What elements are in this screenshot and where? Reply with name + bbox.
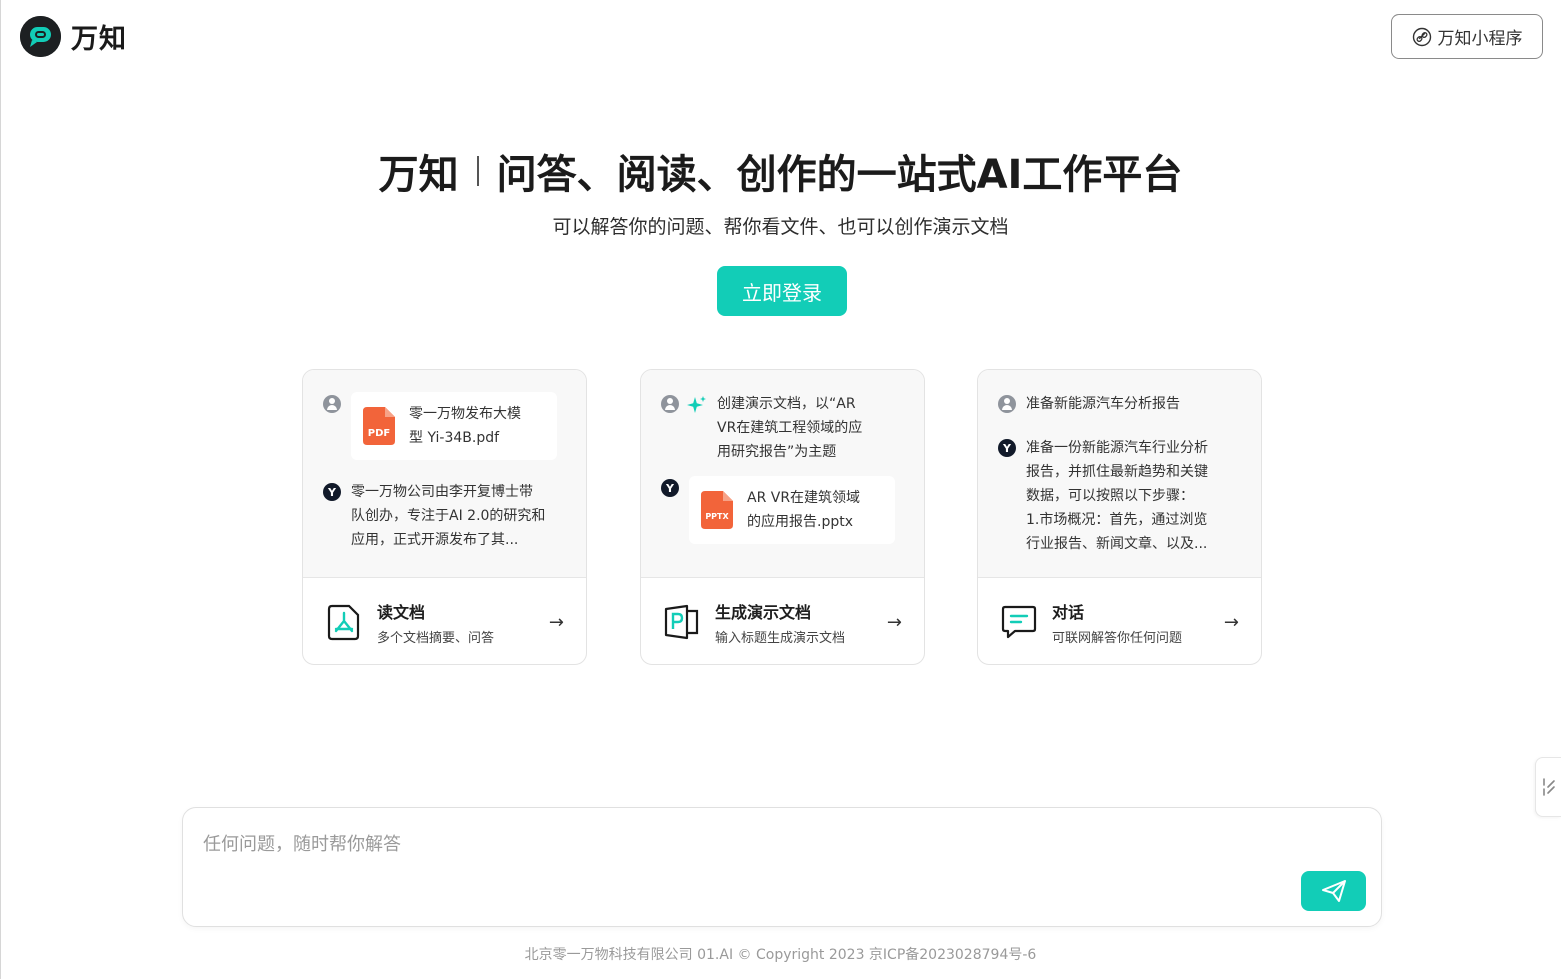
bot-reply-line3: 数据，可以按照以下步骤：: [1026, 488, 1194, 504]
arrow-right-icon[interactable]: →: [887, 612, 902, 633]
y-bot-icon: Y: [998, 439, 1016, 457]
bot-reply-line1: 零一万物公司由李开复博士带: [351, 484, 533, 500]
user-avatar-icon: [323, 395, 341, 413]
page-subtitle: 可以解答你的问题、帮你看文件、也可以创作演示文档: [552, 216, 1009, 238]
user-avatar-icon: [661, 395, 679, 413]
file-name-line1: AR VR在建筑领域: [747, 490, 861, 506]
file-attachment: PDF 零一万物发布大模 型 Yi-34B.pdf: [351, 392, 557, 460]
speech-bubble-p-icon: [20, 16, 61, 57]
pptx-file-icon: PPTX: [701, 491, 733, 529]
feature-title: 对话: [1052, 602, 1085, 622]
arrow-right-icon[interactable]: →: [1224, 612, 1239, 633]
card-footer[interactable]: 对话 可联网解答你任何问题 →: [978, 578, 1261, 664]
bot-reply-line1: 准备一份新能源汽车行业分析: [1026, 440, 1208, 456]
bot-reply-line5: 行业报告、新闻文章、以及...: [1026, 536, 1208, 552]
file-name-line1: 零一万物发布大模: [409, 406, 521, 422]
sparkle-icon: [687, 396, 706, 413]
title-main: 问答、阅读、创作的一站式AI工作平台: [496, 152, 1183, 198]
bot-reply-line4: 1.市场概况：首先，通过浏览: [1026, 512, 1208, 528]
user-avatar-icon: [998, 395, 1016, 413]
file-attachment: PPTX AR VR在建筑领域 的应用报告.pptx: [689, 476, 895, 544]
collapse-icon: [1542, 778, 1555, 796]
card-preview: 创建演示文档，以“AR VR在建筑工程领域的应 用研究报告”为主题 Y PPTX…: [641, 370, 924, 578]
card-preview: 准备新能源汽车分析报告 Y 准备一份新能源汽车行业分析 报告，并抓住最新趋势和关…: [978, 370, 1261, 578]
title-divider: [476, 156, 479, 186]
chat-input-box[interactable]: [182, 807, 1382, 927]
bot-reply-line2: 队创办，专注于AI 2.0的研究和: [351, 508, 546, 524]
pdf-file-icon: PDF: [363, 407, 395, 445]
page-title: 万知 问答、阅读、创作的一站式AI工作平台: [0, 142, 1561, 200]
user-prompt: 准备新能源汽车分析报告: [1026, 396, 1180, 412]
link-circle-icon: [1412, 27, 1431, 46]
bot-reply-line2: 报告，并抓住最新趋势和关键: [1026, 464, 1208, 480]
title-brand: 万知: [378, 152, 459, 198]
user-prompt-line3: 用研究报告”为主题: [717, 444, 837, 460]
mini-program-label: 万知小程序: [1437, 29, 1523, 49]
user-prompt-line2: VR在建筑工程领域的应: [717, 420, 863, 436]
logo[interactable]: 万知: [20, 16, 127, 57]
card-preview: PDF 零一万物发布大模 型 Yi-34B.pdf Y 零一万物公司由李开复博士…: [303, 370, 586, 578]
logo-text: 万知: [71, 24, 127, 55]
feature-title: 生成演示文档: [715, 602, 812, 622]
arrow-right-icon[interactable]: →: [549, 612, 564, 633]
file-name-line2: 的应用报告.pptx: [747, 514, 853, 530]
y-bot-icon: Y: [661, 479, 679, 497]
card-footer[interactable]: 读文档 多个文档摘要、问答 →: [303, 578, 586, 664]
pptx-badge: PPTX: [705, 512, 729, 521]
send-button[interactable]: [1301, 871, 1366, 911]
paper-plane-icon: [1321, 880, 1346, 902]
feature-card-read-doc[interactable]: PDF 零一万物发布大模 型 Yi-34B.pdf Y 零一万物公司由李开复博士…: [302, 369, 587, 665]
card-footer[interactable]: 生成演示文档 输入标题生成演示文档 →: [641, 578, 924, 664]
bot-reply-line3: 应用，正式开源发布了其...: [351, 532, 519, 548]
footer-copyright: 北京零一万物科技有限公司 01.AI © Copyright 2023 京ICP…: [524, 947, 1037, 963]
pdf-badge: PDF: [368, 428, 390, 439]
login-button[interactable]: 立即登录: [717, 266, 847, 316]
feature-title: 读文档: [377, 602, 426, 622]
feature-card-chat[interactable]: 准备新能源汽车分析报告 Y 准备一份新能源汽车行业分析 报告，并抓住最新趋势和关…: [977, 369, 1262, 665]
side-collapse-tab[interactable]: [1535, 757, 1561, 817]
chat-input[interactable]: [183, 808, 1381, 926]
mini-program-button[interactable]: 万知小程序: [1391, 14, 1543, 59]
y-bot-icon: Y: [323, 483, 341, 501]
pdf-acrobat-icon: [327, 604, 360, 641]
user-prompt-line1: 创建演示文档，以“AR: [717, 396, 856, 412]
feature-desc: 输入标题生成演示文档: [715, 630, 846, 646]
feature-desc: 可联网解答你任何问题: [1052, 630, 1183, 646]
chat-bubble-icon: [1001, 605, 1037, 639]
file-name-line2: 型 Yi-34B.pdf: [409, 430, 500, 446]
presentation-p-icon: [664, 604, 699, 640]
feature-desc: 多个文档摘要、问答: [377, 630, 495, 646]
feature-card-presentation[interactable]: 创建演示文档，以“AR VR在建筑工程领域的应 用研究报告”为主题 Y PPTX…: [640, 369, 925, 665]
